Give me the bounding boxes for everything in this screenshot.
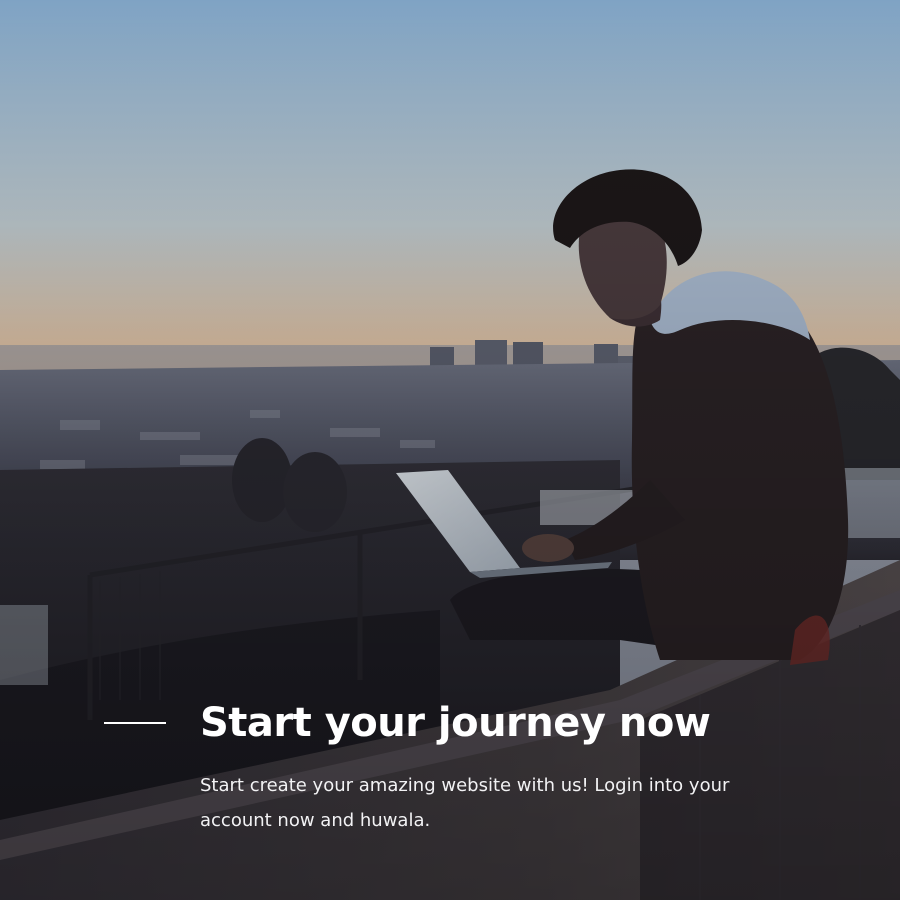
hero-title: Start your journey now <box>200 700 711 746</box>
hero-banner: Start your journey now Start create your… <box>0 0 900 900</box>
hero-photo <box>0 0 900 900</box>
title-accent-line <box>104 722 166 724</box>
hero-description: Start create your amazing website with u… <box>200 775 730 831</box>
